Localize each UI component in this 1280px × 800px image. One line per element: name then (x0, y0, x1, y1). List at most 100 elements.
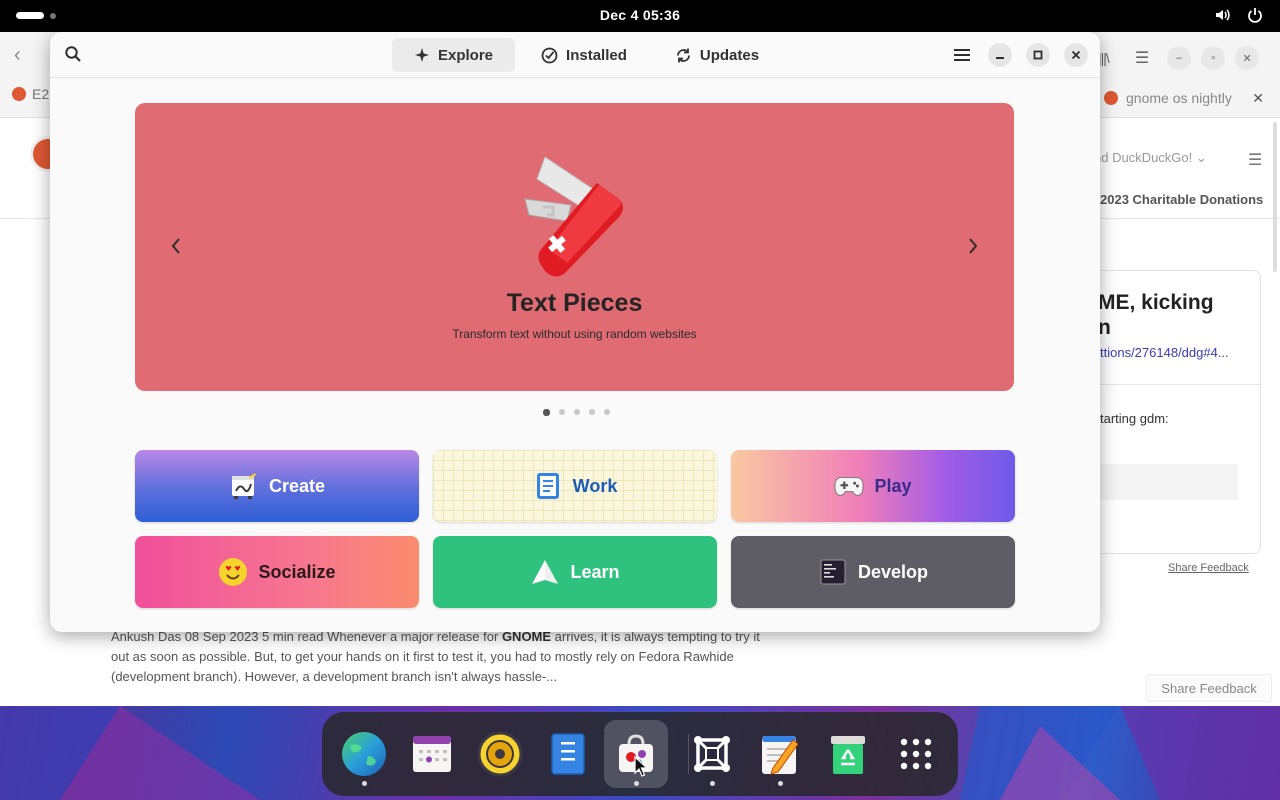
browser-tab-right[interactable]: gnome os nightly ✕ (1100, 84, 1272, 112)
category-develop-label: Develop (857, 561, 929, 582)
share-feedback-link[interactable]: Share Feedback (1168, 562, 1249, 574)
card-code-box (1100, 464, 1238, 500)
top-bar: Dec 4 05:36 (0, 0, 1280, 32)
check-circle-icon (541, 47, 558, 63)
tab-installed[interactable]: Installed (519, 38, 649, 72)
maximize-button[interactable] (1026, 43, 1050, 67)
main-menu-button[interactable] (950, 43, 974, 67)
header-right-text[interactable]: nd DuckDuckGo! ⌄ (1094, 150, 1207, 166)
duckduckgo-favicon-icon (1104, 91, 1118, 105)
card-title-line2: n (1098, 316, 1111, 339)
clock[interactable]: Dec 4 05:36 (0, 7, 1280, 23)
maximize-icon (1033, 50, 1043, 60)
globe-icon (342, 732, 386, 776)
browser-controls: |||\ ☰ – ▫ ✕ (1098, 46, 1260, 70)
browser-tab-left[interactable]: E2 (12, 86, 49, 102)
carousel-dot[interactable] (543, 408, 550, 416)
tab-updates[interactable]: Updates (653, 38, 781, 72)
card-divider (1090, 384, 1261, 385)
explore-icon (415, 48, 429, 62)
category-learn-label: Learn (570, 561, 620, 582)
card-link[interactable]: ttions/276148/ddg#4... (1100, 345, 1229, 360)
system-tray[interactable] (1214, 6, 1264, 24)
volume-icon[interactable] (1214, 6, 1232, 24)
browser-menu-icon[interactable]: ☰ (1135, 48, 1149, 68)
software-header-bar: Explore Installed Updates (50, 32, 1100, 78)
category-work[interactable]: Work (433, 450, 717, 522)
refresh-icon (676, 48, 690, 62)
calendar-icon (413, 736, 451, 772)
close-icon (1071, 50, 1081, 60)
tab-explore[interactable]: Explore (392, 38, 516, 72)
close-tab-icon[interactable]: ✕ (1252, 90, 1264, 107)
mouse-pointer-icon (634, 756, 648, 777)
carousel-dot[interactable] (589, 409, 595, 415)
carousel-dot[interactable] (604, 409, 610, 415)
view-switcher: Explore Installed Updates (392, 38, 781, 72)
tab-right-label: gnome os nightly (1126, 90, 1232, 106)
carousel-previous-button[interactable] (169, 235, 183, 261)
browser-maximize-button[interactable]: ▫ (1201, 46, 1226, 70)
minimize-button[interactable] (988, 43, 1012, 67)
search-button[interactable] (64, 45, 82, 68)
dock-text-pieces[interactable] (536, 720, 600, 788)
dock-boxes[interactable] (680, 720, 744, 788)
card-title[interactable]: ME, kicking n (1098, 290, 1214, 340)
category-play[interactable]: Play (731, 450, 1015, 522)
carousel-next-button[interactable] (966, 235, 980, 261)
running-indicator (778, 781, 783, 786)
search-icon (65, 46, 81, 62)
page-menu-icon[interactable]: ☰ (1248, 150, 1262, 170)
share-feedback-button[interactable]: Share Feedback (1146, 674, 1272, 702)
category-socialize-label: Socialize (258, 561, 336, 582)
article-snippet: Ankush Das 08 Sep 2023 5 min read Whenev… (111, 627, 761, 687)
chevron-down-icon: ⌄ (1195, 150, 1207, 165)
featured-app-subtitle: Transform text without using random webs… (452, 327, 697, 341)
category-socialize[interactable]: Socialize (135, 536, 419, 608)
duckduckgo-favicon-icon (12, 87, 26, 101)
browser-close-button[interactable]: ✕ (1235, 46, 1260, 70)
hamburger-menu-icon (954, 49, 970, 61)
scrollbar[interactable] (1273, 122, 1277, 272)
document-app-icon (551, 733, 585, 775)
app-grid-icon (900, 738, 932, 770)
trash-icon (831, 736, 865, 774)
category-develop[interactable]: Develop (731, 536, 1015, 608)
back-icon[interactable]: ‹ (14, 44, 21, 67)
power-icon[interactable] (1246, 6, 1264, 24)
text-pieces-app-icon (524, 156, 623, 277)
carousel-dot[interactable] (574, 409, 580, 415)
music-player-icon (477, 731, 523, 777)
dock-rhythmbox[interactable] (468, 720, 532, 788)
close-button[interactable] (1064, 43, 1088, 67)
carousel-dot[interactable] (559, 409, 565, 415)
tab-updates-label: Updates (699, 46, 760, 64)
running-indicator (362, 781, 367, 786)
donations-link[interactable]: 2023 Charitable Donations (1100, 192, 1263, 207)
dock-trash[interactable] (816, 720, 880, 788)
card-title-line1: ME, kicking (1098, 291, 1214, 314)
terminal-icon (818, 557, 848, 587)
running-indicator (710, 781, 715, 786)
category-learn[interactable]: Learn (433, 536, 717, 608)
dock-web-browser[interactable] (332, 720, 396, 788)
featured-carousel[interactable]: Text Pieces Transform text without using… (135, 103, 1014, 391)
dock (322, 712, 958, 796)
dock-app-grid[interactable] (884, 720, 948, 788)
tab-left-label: E2 (32, 86, 50, 102)
tab-installed-label: Installed (566, 46, 627, 64)
category-work-label: Work (572, 475, 618, 496)
category-create-label: Create (268, 475, 326, 496)
chevron-right-icon (969, 238, 978, 254)
browser-minimize-button[interactable]: – (1167, 46, 1192, 70)
dock-text-editor[interactable] (748, 720, 812, 788)
minimize-icon (996, 57, 1004, 59)
category-play-label: Play (874, 475, 912, 496)
work-icon (533, 471, 563, 501)
category-create[interactable]: Create (135, 450, 419, 522)
create-icon (229, 471, 259, 501)
software-window: Explore Installed Updates Text Pieces Tr… (50, 32, 1100, 632)
running-indicator (634, 781, 639, 786)
text-editor-icon (762, 736, 799, 775)
dock-calendar[interactable] (400, 720, 464, 788)
